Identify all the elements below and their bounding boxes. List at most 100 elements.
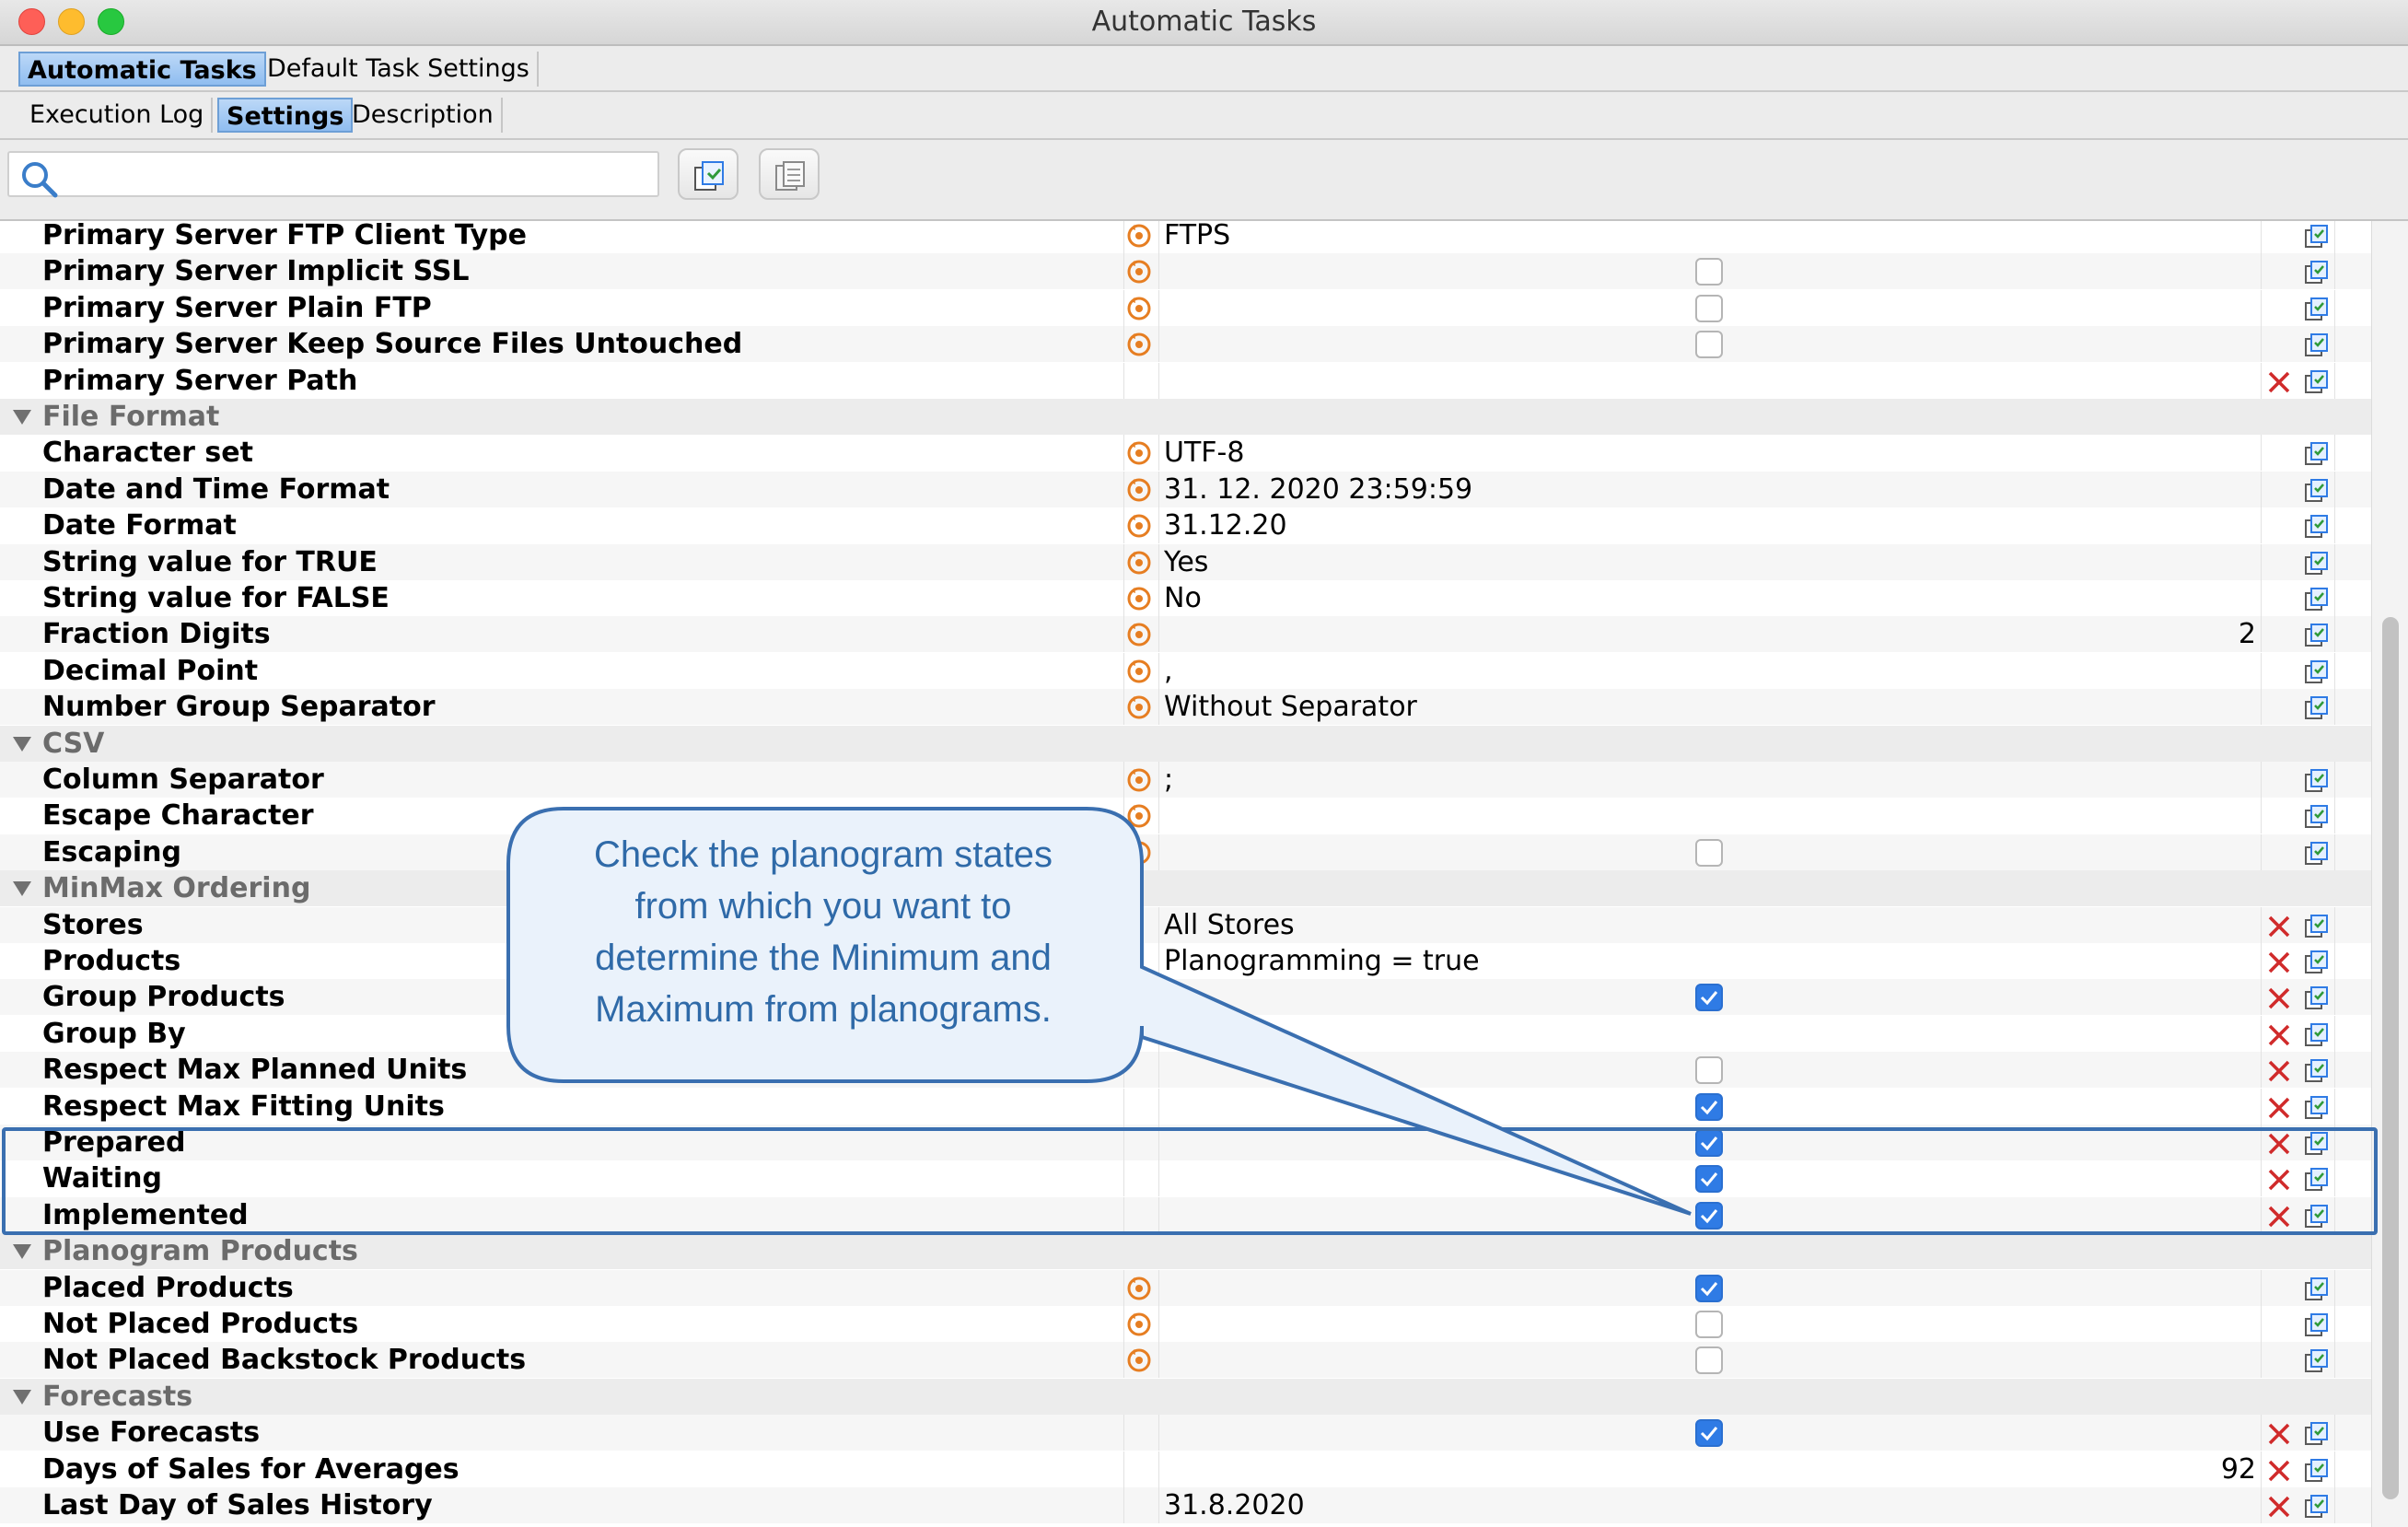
expand-triangle-icon[interactable] <box>13 1389 31 1405</box>
setting-value[interactable]: UTF-8 <box>1164 435 1244 471</box>
default-value-icon[interactable] <box>1126 296 1152 321</box>
edit-value-icon[interactable] <box>2304 1494 2330 1520</box>
default-value-icon[interactable] <box>1126 259 1152 285</box>
edit-value-icon[interactable] <box>2304 623 2330 648</box>
expand-triangle-icon[interactable] <box>13 410 31 425</box>
table-row[interactable]: Primary Server FTP Client Type FTPS <box>0 221 2371 253</box>
edit-value-icon[interactable] <box>2304 950 2330 975</box>
default-value-icon[interactable] <box>1126 1311 1152 1337</box>
table-row[interactable]: Escape Character <box>0 798 2371 834</box>
setting-number-value[interactable]: 92 <box>2221 1451 2256 1487</box>
table-row[interactable]: Respect Max Planned Units <box>0 1052 2371 1089</box>
edit-value-icon[interactable] <box>2304 985 2330 1011</box>
table-row[interactable]: Fraction Digits 2 <box>0 616 2371 653</box>
setting-value[interactable]: ; <box>1164 762 1173 798</box>
checkbox-checked[interactable] <box>1695 984 1723 1012</box>
setting-value[interactable]: , <box>1164 653 1173 689</box>
edit-value-icon[interactable] <box>2304 841 2330 867</box>
checkbox-checked[interactable] <box>1695 1419 1723 1448</box>
remove-value-icon[interactable] <box>2267 1023 2291 1047</box>
expand-triangle-icon[interactable] <box>13 881 31 897</box>
edit-value-icon[interactable] <box>2304 1348 2330 1374</box>
expand-triangle-icon[interactable] <box>13 736 31 752</box>
table-row[interactable]: Days of Sales for Averages 92 <box>0 1451 2371 1487</box>
table-row[interactable]: Not Placed Backstock Products <box>0 1342 2371 1379</box>
setting-value[interactable]: No <box>1164 580 1202 616</box>
tab-default-task-settings[interactable]: Default Task Settings <box>260 52 539 87</box>
table-row[interactable]: Use Forecasts <box>0 1415 2371 1451</box>
table-row[interactable]: Primary Server Path <box>0 362 2371 399</box>
table-row[interactable]: Implemented <box>0 1196 2371 1233</box>
edit-value-icon[interactable] <box>2304 695 2330 721</box>
checkbox-unchecked[interactable] <box>1695 294 1723 322</box>
table-row[interactable]: Prepared <box>0 1125 2371 1160</box>
edit-value-icon[interactable] <box>2304 369 2330 395</box>
edit-value-icon[interactable] <box>2304 804 2330 830</box>
checkbox-unchecked[interactable] <box>1695 331 1723 359</box>
table-row[interactable]: Escaping <box>0 833 2371 870</box>
copy-settings-button[interactable] <box>678 148 739 200</box>
edit-value-icon[interactable] <box>2304 441 2330 467</box>
default-value-icon[interactable] <box>1126 659 1152 684</box>
default-value-icon[interactable] <box>1126 586 1152 612</box>
default-value-icon[interactable] <box>1126 694 1152 720</box>
setting-value[interactable]: Planogramming = true <box>1164 943 1480 979</box>
tab-automatic-tasks[interactable]: Automatic Tasks <box>18 52 266 87</box>
table-row[interactable]: Respect Max Fitting Units <box>0 1088 2371 1125</box>
setting-value[interactable]: Without Separator <box>1164 689 1417 725</box>
default-value-icon[interactable] <box>1126 477 1152 503</box>
edit-value-icon[interactable] <box>2304 478 2330 504</box>
search-input[interactable] <box>7 151 659 197</box>
remove-value-icon[interactable] <box>2267 1495 2291 1519</box>
default-value-icon[interactable] <box>1126 513 1152 539</box>
remove-value-icon[interactable] <box>2267 1059 2291 1083</box>
setting-value[interactable]: 31.8.2020 <box>1164 1487 1305 1523</box>
table-row[interactable]: Last Day of Sales History 31.8.2020 <box>0 1487 2371 1523</box>
table-row[interactable]: Date Format 31.12.20 <box>0 507 2371 544</box>
edit-value-icon[interactable] <box>2304 1022 2330 1048</box>
checkbox-unchecked[interactable] <box>1695 1311 1723 1338</box>
paste-settings-button[interactable] <box>759 148 820 200</box>
default-value-icon[interactable] <box>1126 550 1152 576</box>
table-row[interactable]: Group Products <box>0 979 2371 1016</box>
remove-value-icon[interactable] <box>2267 370 2291 394</box>
edit-value-icon[interactable] <box>2304 768 2330 794</box>
default-value-icon[interactable] <box>1126 440 1152 466</box>
table-row[interactable]: Waiting <box>0 1160 2371 1197</box>
remove-value-icon[interactable] <box>2267 1096 2291 1120</box>
table-row[interactable]: Date and Time Format 31. 12. 2020 23:59:5… <box>0 471 2371 507</box>
checkbox-unchecked[interactable] <box>1695 838 1723 867</box>
remove-value-icon[interactable] <box>2267 1168 2291 1192</box>
table-row[interactable]: Column Separator; <box>0 762 2371 798</box>
edit-value-icon[interactable] <box>2304 1421 2330 1447</box>
tab-description[interactable]: Description <box>344 98 503 133</box>
group-header[interactable]: CSV <box>0 725 2371 762</box>
table-row[interactable]: Character set UTF-8 <box>0 435 2371 472</box>
table-row[interactable]: Not Placed Products <box>0 1306 2371 1342</box>
remove-value-icon[interactable] <box>2267 1459 2291 1483</box>
table-row[interactable]: Number Group Separator Without Separator <box>0 689 2371 726</box>
edit-value-icon[interactable] <box>2304 514 2330 540</box>
edit-value-icon[interactable] <box>2304 1204 2330 1230</box>
default-value-icon[interactable] <box>1126 1276 1152 1301</box>
group-header[interactable]: MinMax Ordering <box>0 870 2371 907</box>
scrollbar-thumb[interactable] <box>2382 617 2399 1499</box>
edit-value-icon[interactable] <box>2304 297 2330 322</box>
edit-value-icon[interactable] <box>2304 659 2330 685</box>
table-row[interactable]: Group By <box>0 1015 2371 1052</box>
checkbox-unchecked[interactable] <box>1695 1346 1723 1375</box>
default-value-icon[interactable] <box>1126 223 1152 249</box>
setting-number-value[interactable]: 2 <box>2239 616 2256 652</box>
edit-value-icon[interactable] <box>2304 1058 2330 1084</box>
default-value-icon[interactable] <box>1126 803 1152 829</box>
table-row[interactable]: String value for FALSE No <box>0 580 2371 616</box>
tab-execution-log[interactable]: Execution Log <box>22 98 214 133</box>
checkbox-checked[interactable] <box>1695 1129 1723 1157</box>
edit-value-icon[interactable] <box>2304 551 2330 577</box>
setting-value[interactable]: 31. 12. 2020 23:59:59 <box>1164 472 1472 507</box>
edit-value-icon[interactable] <box>2304 1312 2330 1338</box>
expand-triangle-icon[interactable] <box>13 1244 31 1260</box>
group-header[interactable]: Forecasts <box>0 1378 2371 1415</box>
checkbox-unchecked[interactable] <box>1695 258 1723 286</box>
default-value-icon[interactable] <box>1126 332 1152 357</box>
